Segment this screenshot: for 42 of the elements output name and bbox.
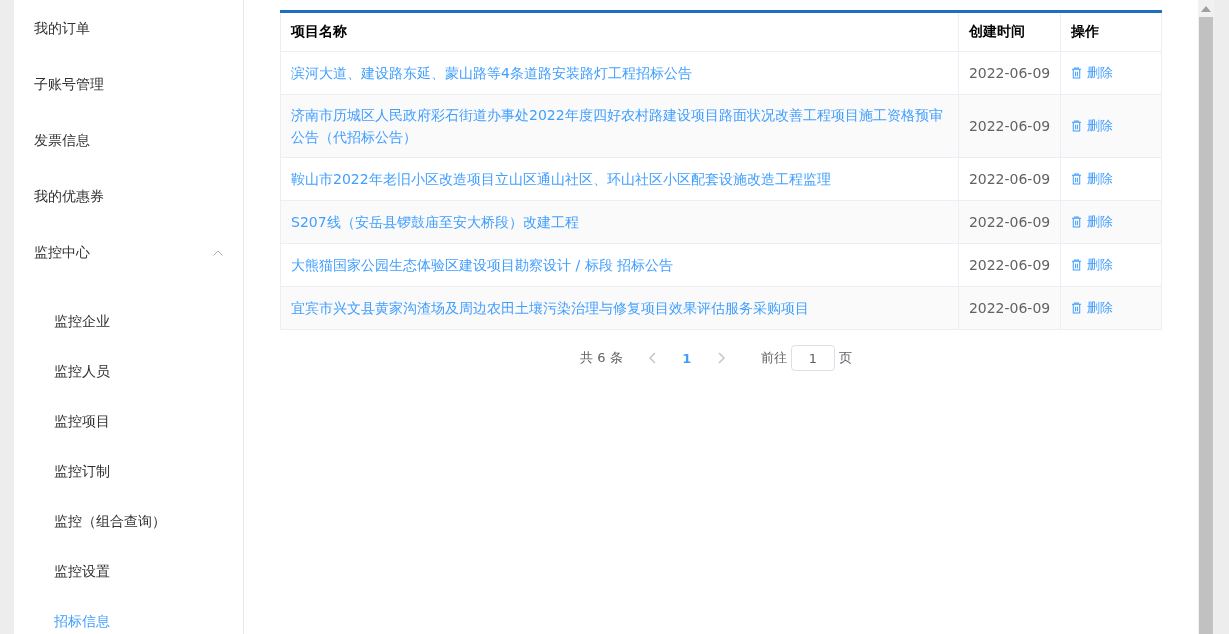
sidebar-subitem[interactable]: 监控项目 (14, 397, 243, 447)
goto-label: 前往 (760, 349, 787, 367)
sidebar-item[interactable]: 监控中心 (14, 225, 243, 281)
delete-button[interactable]: 删除 (1071, 170, 1114, 188)
total-count: 共 6 条 (580, 349, 623, 367)
table-cell: 2022-06-09 (958, 200, 1061, 244)
delete-button[interactable]: 删除 (1071, 117, 1114, 135)
table-cell: 2022-06-09 (958, 94, 1061, 158)
sidebar-subitem[interactable]: 监控订制 (14, 447, 243, 497)
trash-icon (1071, 259, 1083, 271)
page-button[interactable]: 1 (671, 344, 702, 372)
trash-icon (1071, 67, 1083, 79)
table-cell: 2022-06-09 (958, 243, 1061, 287)
trash-icon (1071, 302, 1083, 314)
trash-icon (1071, 216, 1083, 228)
delete-button[interactable]: 删除 (1071, 213, 1114, 231)
column-header: 项目名称 (280, 11, 959, 52)
sidebar-item[interactable]: 我的订单 (14, 1, 243, 57)
scroll-up-icon[interactable] (1201, 6, 1211, 12)
chevron-right-icon (717, 352, 725, 364)
page-input-field[interactable]: 1 (790, 345, 835, 371)
table-cell: 2022-06-09 (958, 157, 1061, 201)
table-cell: 2022-06-09 (958, 51, 1061, 95)
column-header: 创建时间 (958, 11, 1061, 52)
sidebar-item[interactable]: 发票信息 (14, 113, 243, 169)
sidebar-item[interactable]: 子账号管理 (14, 57, 243, 113)
delete-button[interactable]: 删除 (1071, 256, 1114, 274)
sidebar-subitem[interactable]: 监控人员 (14, 347, 243, 397)
sidebar-subitem[interactable]: 招标信息 (14, 597, 243, 634)
sidebar-subitem[interactable]: 监控设置 (14, 547, 243, 597)
page-unit-label: 页 (838, 349, 852, 367)
delete-button[interactable]: 删除 (1071, 299, 1114, 317)
chevron-left-icon (648, 352, 656, 364)
sidebar-subitem[interactable]: 监控（组合查询） (14, 497, 243, 547)
column-header: 操作 (1060, 11, 1162, 52)
trash-icon (1071, 120, 1083, 132)
trash-icon (1071, 173, 1083, 185)
table-cell: 2022-06-09 (958, 286, 1061, 330)
sidebar-item[interactable]: 我的优惠券 (14, 169, 243, 225)
sidebar-subitem[interactable]: 监控企业 (14, 297, 243, 347)
chevron-up-icon (213, 250, 223, 256)
delete-button[interactable]: 删除 (1071, 64, 1114, 82)
